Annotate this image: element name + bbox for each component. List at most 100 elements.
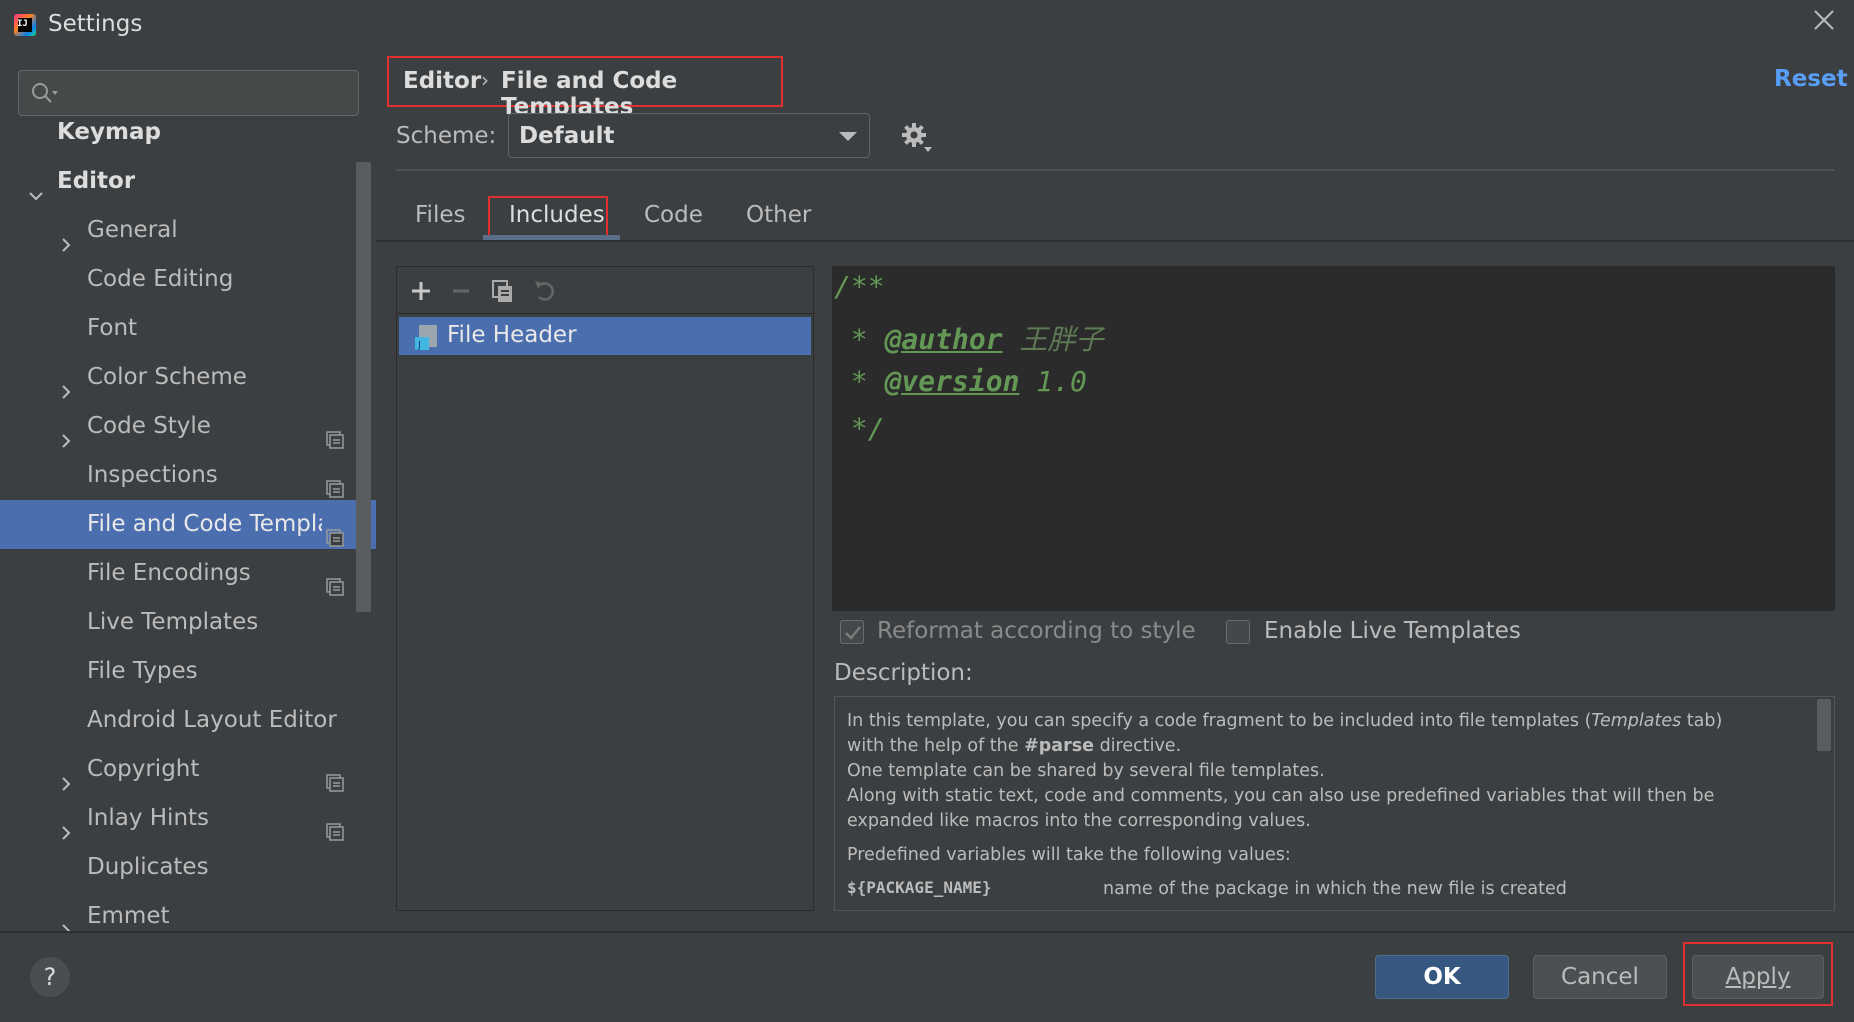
description-emphasis: Templates [1591, 711, 1682, 731]
sidebar-item-label: Editor [57, 168, 136, 194]
live-templates-label[interactable]: Enable Live Templates [1264, 618, 1521, 644]
description-panel: In this template, you can specify a code… [834, 696, 1835, 911]
app-icon-label: IJ [17, 19, 28, 29]
add-icon[interactable] [407, 277, 435, 305]
sidebar-item-general[interactable]: General [0, 206, 376, 255]
project-scope-icon [326, 810, 344, 841]
chevron-right-icon[interactable] [58, 908, 74, 932]
description-scrollbar[interactable] [1817, 699, 1831, 751]
sidebar-item-label: General [87, 217, 178, 243]
live-templates-checkbox[interactable] [1226, 620, 1250, 644]
list-item-file-header[interactable]: J File Header [399, 317, 811, 355]
sidebar-item-code-style[interactable]: Code Style [0, 402, 376, 451]
sidebar-item-label: Emmet [87, 903, 170, 929]
description-line: Predefined variables will take the follo… [847, 845, 1291, 865]
description-line: expanded like macros into the correspond… [847, 811, 1311, 831]
description-line: In this template, you can specify a code… [847, 711, 1722, 731]
description-text: directive. [1094, 736, 1182, 756]
template-list-panel: J File Header [396, 266, 814, 911]
reformat-checkbox[interactable] [840, 620, 864, 644]
sidebar-item-android-layout-editor[interactable]: Android Layout Editor [0, 696, 376, 745]
reset-link[interactable]: Reset [1774, 66, 1848, 92]
sidebar-item-file-and-code-templates[interactable]: File and Code Templates [0, 500, 376, 549]
reset-icon[interactable] [531, 277, 559, 305]
template-editor[interactable]: /** * @author 王胖子 * @version 1.0 */ [832, 266, 1835, 611]
chevron-down-icon[interactable] [28, 173, 44, 201]
description-line: One template can be shared by several fi… [847, 761, 1325, 781]
help-button[interactable]: ? [30, 957, 70, 997]
sidebar-item-label: Inspections [87, 462, 218, 488]
apply-button[interactable]: Apply [1692, 955, 1824, 999]
description-text: with the help of the [847, 736, 1025, 756]
description-text: tab) [1681, 711, 1723, 731]
code-text: /** [834, 270, 885, 303]
sidebar-item-label: Duplicates [87, 854, 209, 880]
description-line: with the help of the #parse directive. [847, 736, 1181, 756]
sidebar-item-inspections[interactable]: Inspections [0, 451, 376, 500]
variable-name: ${PACKAGE_NAME} [847, 878, 992, 897]
sidebar-item-live-templates[interactable]: Live Templates [0, 598, 376, 647]
javadoc-value: 王胖子 [1002, 323, 1104, 356]
cancel-button[interactable]: Cancel [1533, 955, 1667, 999]
settings-sidebar: Keymap Editor General Code Editing Font Color… [0, 50, 376, 932]
sidebar-item-emmet[interactable]: Emmet [0, 892, 376, 932]
sidebar-scrollbar[interactable] [356, 162, 371, 612]
sidebar-item-label: Color Scheme [87, 364, 247, 390]
breadcrumb: Editor › File and Code Templates [387, 56, 783, 120]
highlight-box [488, 196, 608, 238]
sidebar-item-code-editing[interactable]: Code Editing [0, 255, 376, 304]
description-text: In this template, you can specify a code… [847, 711, 1592, 731]
active-tab-indicator [483, 235, 620, 240]
code-line: * @author 王胖子 [834, 318, 1104, 358]
window-title: Settings [48, 11, 143, 37]
sidebar-item-inlay-hints[interactable]: Inlay Hints [0, 794, 376, 843]
sidebar-item-color-scheme[interactable]: Color Scheme [0, 353, 376, 402]
chevron-right-icon[interactable] [58, 369, 74, 399]
divider [376, 240, 1854, 242]
remove-icon[interactable] [447, 277, 475, 305]
chevron-down-icon [839, 132, 857, 141]
tab-code[interactable]: Code [644, 202, 703, 228]
sidebar-item-label: File and Code Templates [87, 511, 322, 537]
sidebar-item-label: File Types [87, 658, 198, 684]
code-text: * [834, 365, 885, 398]
sidebar-item-label: Keymap [57, 119, 161, 145]
sidebar-item-keymap[interactable]: Keymap [0, 108, 376, 157]
gear-icon[interactable] [900, 121, 934, 155]
project-scope-icon [326, 565, 344, 596]
tab-files[interactable]: Files [415, 202, 465, 228]
scheme-label: Scheme: [396, 123, 497, 149]
scheme-value: Default [519, 123, 615, 149]
sidebar-item-label: Code Editing [87, 266, 234, 292]
javadoc-tag: @version [884, 365, 1020, 398]
chevron-right-icon[interactable] [58, 418, 74, 448]
sidebar-item-duplicates[interactable]: Duplicates [0, 843, 376, 892]
sidebar-item-label: File Encodings [87, 560, 251, 586]
sidebar-item-label: Copyright [87, 756, 200, 782]
ok-button[interactable]: OK [1375, 955, 1509, 999]
chevron-right-icon[interactable] [58, 761, 74, 791]
scheme-dropdown[interactable]: Default [508, 113, 870, 158]
breadcrumb-separator: › [481, 68, 489, 92]
sidebar-item-copyright[interactable]: Copyright [0, 745, 376, 794]
breadcrumb-editor[interactable]: Editor [403, 68, 481, 94]
chevron-right-icon[interactable] [58, 810, 74, 840]
chevron-right-icon[interactable] [58, 222, 74, 252]
description-line: Along with static text, code and comment… [847, 786, 1715, 806]
project-scope-icon [326, 467, 344, 498]
sidebar-item-font[interactable]: Font [0, 304, 376, 353]
sidebar-item-file-encodings[interactable]: File Encodings [0, 549, 376, 598]
tab-other[interactable]: Other [746, 202, 811, 228]
sidebar-item-editor[interactable]: Editor [0, 157, 376, 206]
copy-icon[interactable] [489, 277, 517, 305]
description-label: Description: [834, 660, 973, 686]
divider [0, 931, 1854, 933]
divider [396, 169, 1834, 171]
code-text: * [834, 323, 885, 356]
close-icon[interactable] [1810, 6, 1838, 34]
code-line: */ [834, 412, 885, 445]
code-text: */ [834, 412, 885, 445]
sidebar-item-label: Android Layout Editor [87, 707, 337, 733]
project-scope-icon [326, 418, 344, 449]
sidebar-item-file-types[interactable]: File Types [0, 647, 376, 696]
